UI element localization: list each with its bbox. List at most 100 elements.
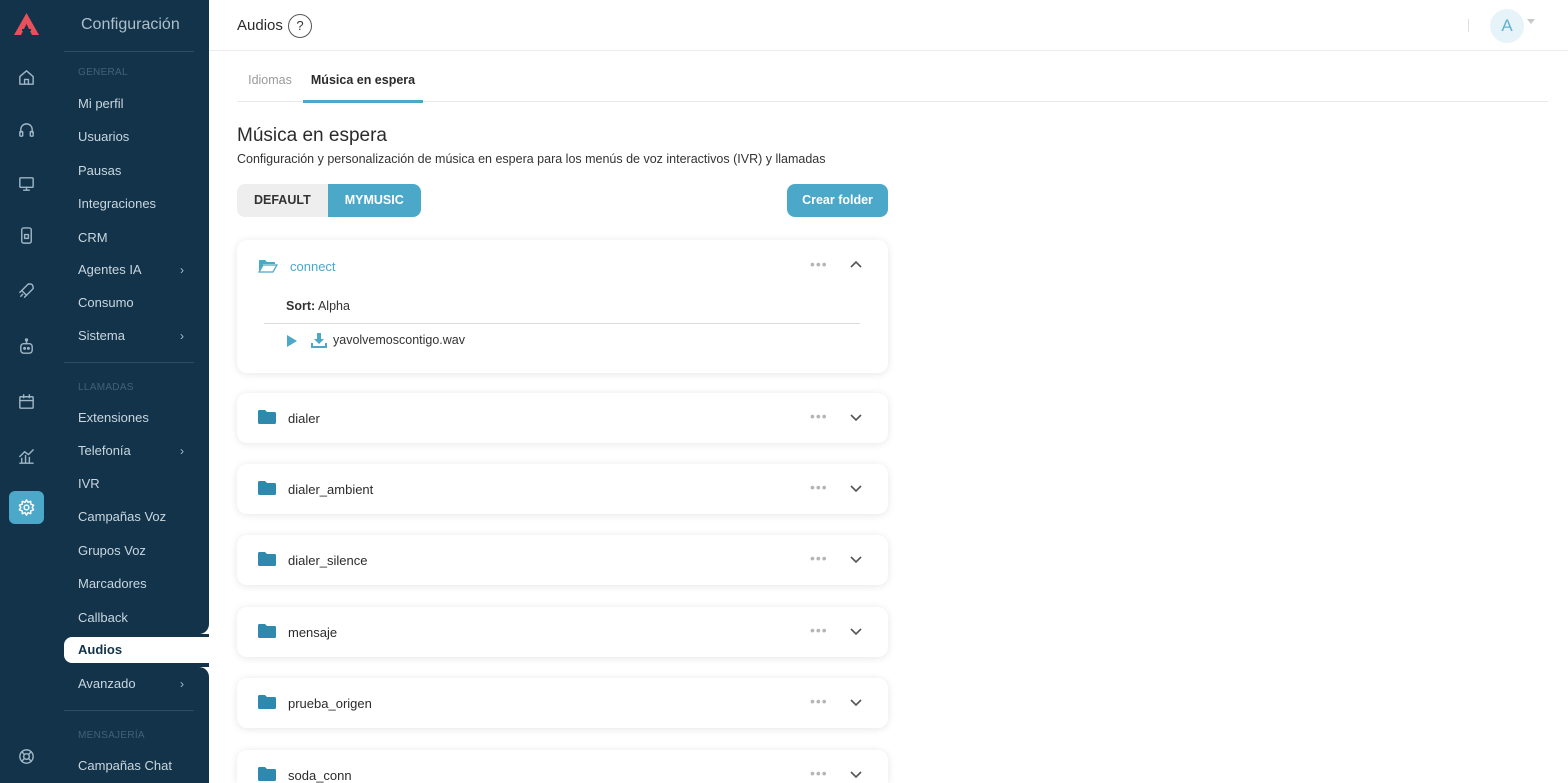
monitor-icon[interactable] bbox=[9, 167, 44, 200]
chevron-down-icon[interactable] bbox=[849, 696, 863, 710]
folder-icon bbox=[258, 481, 276, 495]
folder-icon bbox=[258, 552, 276, 566]
headset-icon[interactable] bbox=[9, 114, 44, 147]
default-toggle-button[interactable]: DEFAULT bbox=[237, 184, 328, 217]
section-heading: Música en espera bbox=[237, 125, 387, 146]
tab-musica-en-espera[interactable]: Música en espera bbox=[303, 52, 423, 103]
menu-section-general: GENERAL bbox=[78, 67, 128, 78]
folder-open-icon bbox=[258, 260, 278, 273]
create-folder-button[interactable]: Crear folder bbox=[787, 184, 888, 217]
sort-label: Sort: bbox=[286, 299, 316, 313]
menu-item-marcadores[interactable]: Marcadores bbox=[64, 571, 209, 597]
more-options-icon[interactable]: ••• bbox=[810, 622, 828, 638]
menu-item-integraciones[interactable]: Integraciones bbox=[64, 191, 209, 217]
menu-item-label: Sistema bbox=[78, 328, 125, 343]
menu-item-label: Telefonía bbox=[78, 443, 131, 458]
menu-item-usuarios[interactable]: Usuarios bbox=[64, 124, 209, 150]
folder-icon bbox=[258, 767, 276, 781]
header-divider bbox=[1468, 19, 1469, 32]
folder-name[interactable]: connect bbox=[290, 259, 336, 274]
more-options-icon[interactable]: ••• bbox=[810, 256, 828, 272]
chevron-down-icon[interactable] bbox=[849, 625, 863, 639]
menu-section-llamadas: LLAMADAS bbox=[78, 382, 134, 393]
caret-down-icon[interactable] bbox=[1527, 19, 1535, 24]
folder-icon bbox=[258, 410, 276, 424]
menu-item-extensiones[interactable]: Extensiones bbox=[64, 405, 209, 431]
home-icon[interactable] bbox=[9, 61, 44, 94]
more-options-icon[interactable]: ••• bbox=[810, 693, 828, 709]
phone-lock-icon[interactable] bbox=[9, 219, 44, 252]
chevron-right-icon: › bbox=[180, 263, 184, 277]
folder-icon bbox=[258, 624, 276, 638]
calendar-icon[interactable] bbox=[9, 385, 44, 418]
menu-item-avanzado[interactable]: Avanzado › bbox=[64, 671, 209, 697]
robot-icon[interactable] bbox=[9, 330, 44, 363]
menu-item-sistema[interactable]: Sistema › bbox=[64, 323, 209, 349]
menu-item-audios[interactable]: Audios bbox=[64, 637, 209, 663]
folder-card-prueba-origen[interactable]: prueba_origen ••• bbox=[237, 678, 888, 728]
chevron-right-icon: › bbox=[180, 677, 184, 691]
menu-item-crm[interactable]: CRM bbox=[64, 225, 209, 251]
icon-rail bbox=[0, 0, 52, 783]
more-options-icon[interactable]: ••• bbox=[810, 765, 828, 781]
menu-item-grupos-voz[interactable]: Grupos Voz bbox=[64, 538, 209, 564]
menu-item-campanas-voz[interactable]: Campañas Voz bbox=[64, 504, 209, 530]
chevron-down-icon[interactable] bbox=[849, 482, 863, 496]
play-icon[interactable] bbox=[286, 335, 298, 347]
folder-card-dialer-silence[interactable]: dialer_silence ••• bbox=[237, 535, 888, 585]
menu-item-campanas-chat[interactable]: Campañas Chat bbox=[64, 753, 209, 779]
support-icon[interactable] bbox=[9, 740, 44, 773]
section-description: Configuración y personalización de músic… bbox=[237, 152, 826, 166]
chevron-up-icon[interactable] bbox=[849, 257, 863, 271]
folder-name[interactable]: soda_conn bbox=[288, 768, 352, 783]
chevron-down-icon[interactable] bbox=[849, 411, 863, 425]
help-icon[interactable]: ? bbox=[288, 14, 312, 38]
avatar[interactable]: A bbox=[1490, 9, 1524, 43]
tab-bar: Idiomas Música en espera bbox=[237, 52, 1548, 103]
mymusic-toggle-button[interactable]: MYMUSIC bbox=[327, 184, 421, 217]
folder-sort: Sort: Alpha bbox=[286, 299, 350, 313]
chart-icon[interactable] bbox=[9, 440, 44, 473]
folder-name[interactable]: dialer_silence bbox=[288, 553, 368, 568]
menu-item-label: Avanzado bbox=[78, 676, 136, 691]
folder-icon bbox=[258, 695, 276, 709]
menu-divider bbox=[64, 362, 194, 363]
app-logo-icon[interactable] bbox=[13, 12, 40, 36]
chevron-right-icon: › bbox=[180, 329, 184, 343]
menu-title: Configuración bbox=[81, 16, 180, 33]
folder-name[interactable]: dialer bbox=[288, 411, 320, 426]
settings-icon[interactable] bbox=[9, 491, 44, 524]
menu-item-callback[interactable]: Callback bbox=[64, 605, 209, 631]
folder-card-dialer-ambient[interactable]: dialer_ambient ••• bbox=[237, 464, 888, 514]
folder-name[interactable]: dialer_ambient bbox=[288, 482, 373, 497]
folder-card-connect: connect ••• Sort: Alpha yavolvemoscontig… bbox=[237, 240, 888, 373]
menu-item-mi-perfil[interactable]: Mi perfil bbox=[64, 91, 209, 117]
menu-item-telefonia[interactable]: Telefonía › bbox=[64, 438, 209, 464]
menu-item-agentes-ia[interactable]: Agentes IA › bbox=[64, 257, 209, 283]
chevron-down-icon[interactable] bbox=[849, 553, 863, 567]
menu-item-consumo[interactable]: Consumo bbox=[64, 290, 209, 316]
folder-card-dialer[interactable]: dialer ••• bbox=[237, 393, 888, 443]
settings-menu: Configuración GENERAL Mi perfil Usuarios… bbox=[52, 0, 209, 783]
tab-idiomas[interactable]: Idiomas bbox=[237, 52, 303, 102]
folder-card-mensaje[interactable]: mensaje ••• bbox=[237, 607, 888, 657]
folder-card-soda-conn[interactable]: soda_conn ••• bbox=[237, 750, 888, 783]
source-toggle: DEFAULT MYMUSIC bbox=[237, 184, 421, 217]
chevron-down-icon[interactable] bbox=[849, 768, 863, 782]
more-options-icon[interactable]: ••• bbox=[810, 550, 828, 566]
folder-divider bbox=[264, 323, 860, 324]
download-icon[interactable] bbox=[311, 333, 327, 348]
folder-name[interactable]: mensaje bbox=[288, 625, 337, 640]
menu-divider bbox=[64, 710, 194, 711]
chevron-right-icon: › bbox=[180, 444, 184, 458]
rocket-icon[interactable] bbox=[9, 274, 44, 307]
menu-divider bbox=[64, 51, 194, 52]
menu-item-pausas[interactable]: Pausas bbox=[64, 158, 209, 184]
menu-item-ivr[interactable]: IVR bbox=[64, 471, 209, 497]
more-options-icon[interactable]: ••• bbox=[810, 479, 828, 495]
audio-file-name[interactable]: yavolvemoscontigo.wav bbox=[333, 333, 465, 347]
more-options-icon[interactable]: ••• bbox=[810, 408, 828, 424]
page-title: Audios bbox=[237, 17, 283, 34]
top-header: Audios ? A bbox=[209, 0, 1568, 51]
folder-name[interactable]: prueba_origen bbox=[288, 696, 372, 711]
